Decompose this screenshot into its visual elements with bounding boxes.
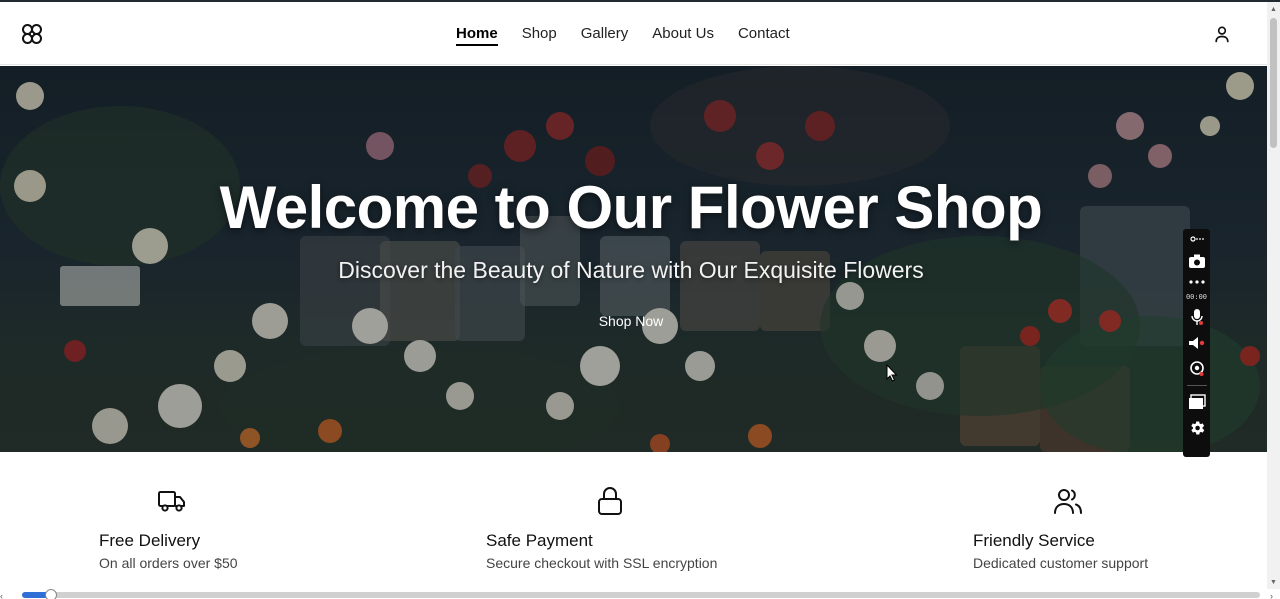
camera-icon[interactable] xyxy=(1187,251,1207,271)
right-edge-marker-icon: › xyxy=(1270,591,1273,599)
recording-timer: 00:00 xyxy=(1185,293,1208,301)
feature-safe-payment: Safe Payment Secure checkout with SSL en… xyxy=(486,485,717,571)
toolbar-divider xyxy=(1186,385,1207,386)
link-icon[interactable] xyxy=(1187,233,1207,245)
nav-shop[interactable]: Shop xyxy=(522,25,557,46)
nav-contact[interactable]: Contact xyxy=(738,25,790,46)
hero-title: Welcome to Our Flower Shop xyxy=(219,174,1043,241)
screen-recorder-toolbar: 00:00 xyxy=(1183,229,1210,457)
webcam-icon[interactable] xyxy=(1187,359,1207,379)
feature-text: Secure checkout with SSL encryption xyxy=(486,555,718,571)
more-icon[interactable] xyxy=(1187,277,1207,287)
main-nav: Home Shop Gallery About Us Contact xyxy=(456,25,790,46)
user-icon[interactable] xyxy=(1212,24,1232,44)
feature-title: Friendly Service xyxy=(973,531,1095,550)
screen-icon[interactable] xyxy=(1187,392,1207,412)
feature-title: Safe Payment xyxy=(486,531,593,550)
feature-text: Dedicated customer support xyxy=(973,555,1149,571)
scrollbar-thumb[interactable] xyxy=(1270,18,1277,148)
microphone-icon[interactable] xyxy=(1187,307,1207,327)
feature-title: Free Delivery xyxy=(99,531,201,550)
users-icon xyxy=(1054,489,1082,514)
nav-about-us[interactable]: About Us xyxy=(652,25,714,46)
feature-free-delivery: Free Delivery On all orders over $50 xyxy=(99,485,238,571)
nav-home[interactable]: Home xyxy=(456,25,498,46)
shop-now-button[interactable]: Shop Now xyxy=(582,309,680,333)
page-scrollbar[interactable]: ▲ ▼ xyxy=(1267,2,1280,591)
video-seek-handle[interactable] xyxy=(45,589,57,599)
scroll-down-arrow-icon[interactable]: ▼ xyxy=(1270,579,1277,586)
hero-subtitle: Discover the Beauty of Nature with Our E… xyxy=(338,257,924,283)
feature-friendly-service: Friendly Service Dedicated customer supp… xyxy=(973,485,1148,571)
scroll-up-arrow-icon[interactable]: ▲ xyxy=(1270,6,1277,13)
hero-banner: Welcome to Our Flower Shop Discover the … xyxy=(0,66,1267,452)
site-header: Home Shop Gallery About Us Contact xyxy=(0,2,1267,65)
video-track[interactable] xyxy=(22,589,1260,599)
video-seek-bar xyxy=(0,589,1280,599)
feature-text: On all orders over $50 xyxy=(99,555,238,571)
lock-icon xyxy=(598,487,622,515)
truck-icon xyxy=(158,491,185,512)
nav-gallery[interactable]: Gallery xyxy=(581,25,629,46)
speaker-icon[interactable] xyxy=(1187,333,1207,353)
left-edge-marker-icon: ‹ xyxy=(0,591,3,599)
mouse-cursor-icon xyxy=(886,364,898,382)
flower-logo-icon[interactable] xyxy=(20,22,44,46)
gear-icon[interactable] xyxy=(1187,418,1207,438)
